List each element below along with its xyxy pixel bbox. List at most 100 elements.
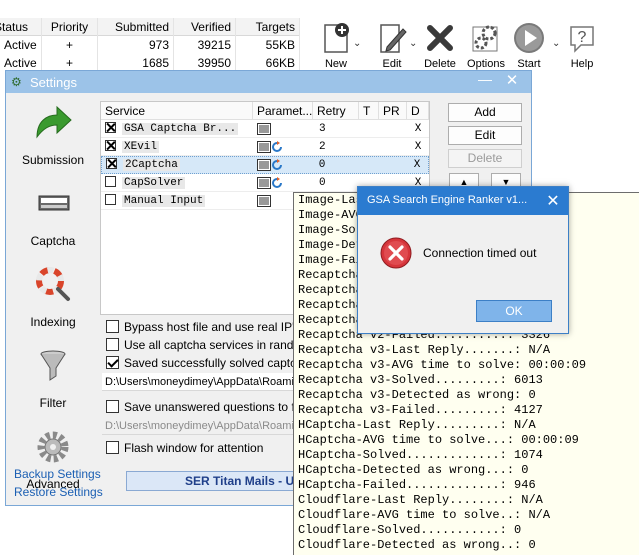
table-row[interactable]: Active + 973 39215 55KB xyxy=(0,36,300,54)
sidebar-item-captcha[interactable]: Captcha xyxy=(10,184,96,259)
start-label: Start xyxy=(517,58,541,70)
stats-line: HCaptcha-Last Reply.........: N/A xyxy=(298,418,536,432)
service-row[interactable]: 2Captcha 0 X xyxy=(101,156,429,174)
unanswered-path-input[interactable]: D:\Users\moneydimey\AppData\Roamin xyxy=(102,417,298,435)
help-button[interactable]: ? Help xyxy=(556,18,608,70)
sidebar-item-indexing[interactable]: Indexing xyxy=(10,265,96,340)
saved-solved-checkbox[interactable] xyxy=(106,356,119,369)
stats-line: HCaptcha-Detected as wrong...: 0 xyxy=(298,463,529,477)
service-name-cell: 2Captcha xyxy=(102,156,253,174)
parameters-icon[interactable] xyxy=(257,159,272,171)
flash-window-label: Flash window for attention xyxy=(124,441,264,455)
t-cell xyxy=(359,138,379,156)
cell-verified: 39215 xyxy=(174,36,236,54)
stats-line: Recaptcha v3-Solved.........: 6013 xyxy=(298,373,543,387)
ser-titan-mails-button[interactable]: SER Titan Mails - Us xyxy=(126,471,298,491)
solved-path-input[interactable]: D:\Users\moneydimey\AppData\Roamin xyxy=(102,373,298,391)
pr-cell xyxy=(379,120,407,138)
stats-line: Recaptcha v3-Failed.........: 4127 xyxy=(298,403,543,417)
start-button[interactable]: Start xyxy=(503,18,555,70)
backup-settings-link[interactable]: Backup Settings xyxy=(14,467,101,481)
pr-cell xyxy=(378,156,406,174)
service-checkbox[interactable] xyxy=(105,139,116,151)
col-parameters[interactable]: Paramet... xyxy=(253,102,313,119)
col-service[interactable]: Service xyxy=(101,102,253,119)
add-service-button[interactable]: Add xyxy=(448,103,522,122)
sidebar-label: Submission xyxy=(21,153,85,167)
bypass-host-checkbox[interactable] xyxy=(106,320,119,333)
flash-window-option[interactable]: Flash window for attention xyxy=(106,441,263,455)
new-dropdown-icon[interactable]: ⌄ xyxy=(353,38,361,49)
service-checkbox[interactable] xyxy=(105,121,116,133)
service-checkbox[interactable] xyxy=(105,175,116,187)
edit-service-button[interactable]: Edit xyxy=(448,126,522,145)
service-row[interactable]: GSA Captcha Br... 3 X xyxy=(101,120,429,138)
edit-label: Edit xyxy=(382,58,402,70)
play-icon xyxy=(512,21,546,55)
parameters-icon[interactable] xyxy=(257,176,271,189)
t-cell xyxy=(358,156,378,174)
parameters-cell[interactable] xyxy=(253,120,313,138)
save-unanswered-checkbox[interactable] xyxy=(106,400,119,413)
ok-button[interactable]: OK xyxy=(476,300,552,322)
refresh-icon[interactable] xyxy=(271,140,283,153)
minimize-button[interactable]: — xyxy=(475,71,495,87)
saved-solved-label: Saved successfully solved captchas xyxy=(124,356,316,370)
settings-sidebar: Submission Captcha Indexing Filter Advan… xyxy=(10,97,96,502)
parameters-icon[interactable] xyxy=(257,122,271,135)
dialog-title: GSA Search Engine Ranker v1... xyxy=(367,194,528,206)
flash-window-checkbox[interactable] xyxy=(106,441,119,454)
settings-title-bar[interactable]: ⚙ Settings — ✕ xyxy=(6,71,531,93)
use-all-label: Use all captcha services in random o xyxy=(124,338,321,352)
sidebar-item-submission[interactable]: Submission xyxy=(10,103,96,178)
col-retry[interactable]: Retry xyxy=(313,102,359,119)
use-all-checkbox[interactable] xyxy=(106,338,119,351)
restore-settings-link[interactable]: Restore Settings xyxy=(14,485,103,499)
error-dialog: GSA Search Engine Ranker v1... ✕ Connect… xyxy=(357,186,569,334)
delete-button[interactable]: Delete xyxy=(414,18,466,70)
stats-line: Recaptcha v3-AVG time to solve: 00:00:09 xyxy=(298,358,587,372)
service-checkbox[interactable] xyxy=(106,158,117,169)
service-table-header: Service Paramet... Retry T PR D xyxy=(101,102,429,120)
col-submitted[interactable]: Submitted xyxy=(98,17,174,36)
keyboard-icon xyxy=(31,184,75,224)
save-unanswered-option[interactable]: Save unanswered questions to file xyxy=(106,400,307,414)
new-label: New xyxy=(324,58,347,70)
parameters-cell[interactable] xyxy=(253,156,313,174)
sidebar-label: Captcha xyxy=(30,234,76,248)
dialog-close-button[interactable]: ✕ xyxy=(544,191,562,211)
d-cell: X xyxy=(413,159,421,171)
dialog-title-bar[interactable]: GSA Search Engine Ranker v1... ✕ xyxy=(358,187,568,215)
cell-status: Active xyxy=(0,36,42,54)
sidebar-item-filter[interactable]: Filter xyxy=(10,346,96,421)
service-name-cell: XEvil xyxy=(101,138,253,156)
delete-service-button[interactable]: Delete xyxy=(448,149,522,168)
col-targets[interactable]: Targets xyxy=(236,17,300,36)
col-d[interactable]: D xyxy=(407,102,429,119)
retry-cell: 0 xyxy=(319,176,326,189)
service-name-cell: Manual Input xyxy=(101,192,253,210)
parameters-icon[interactable] xyxy=(257,140,271,153)
cell-submitted: 973 xyxy=(98,36,174,54)
use-all-option[interactable]: Use all captcha services in random o xyxy=(106,338,320,352)
col-priority[interactable]: Priority xyxy=(42,17,98,36)
service-name: CapSolver xyxy=(122,176,186,189)
settings-title: Settings xyxy=(30,75,77,90)
col-pr[interactable]: PR xyxy=(379,102,407,119)
refresh-icon[interactable] xyxy=(271,176,283,189)
col-t[interactable]: T xyxy=(359,102,379,119)
service-name: XEvil xyxy=(122,140,160,153)
parameters-cell[interactable] xyxy=(253,138,313,156)
service-row[interactable]: XEvil 2 X xyxy=(101,138,429,156)
stats-line: Recaptcha v3-Last Reply.......: N/A xyxy=(298,343,551,357)
service-name-cell: CapSolver xyxy=(101,174,253,192)
refresh-icon[interactable] xyxy=(271,159,283,171)
bypass-host-option[interactable]: Bypass host file and use real IP's of xyxy=(106,320,314,334)
col-status[interactable]: Status xyxy=(0,17,42,36)
col-verified[interactable]: Verified xyxy=(174,17,236,36)
saved-solved-option[interactable]: Saved successfully solved captchas xyxy=(106,356,315,370)
service-checkbox[interactable] xyxy=(105,193,116,205)
parameters-cell[interactable] xyxy=(253,174,313,192)
close-button[interactable]: ✕ xyxy=(501,71,523,89)
parameters-icon[interactable] xyxy=(257,194,271,207)
